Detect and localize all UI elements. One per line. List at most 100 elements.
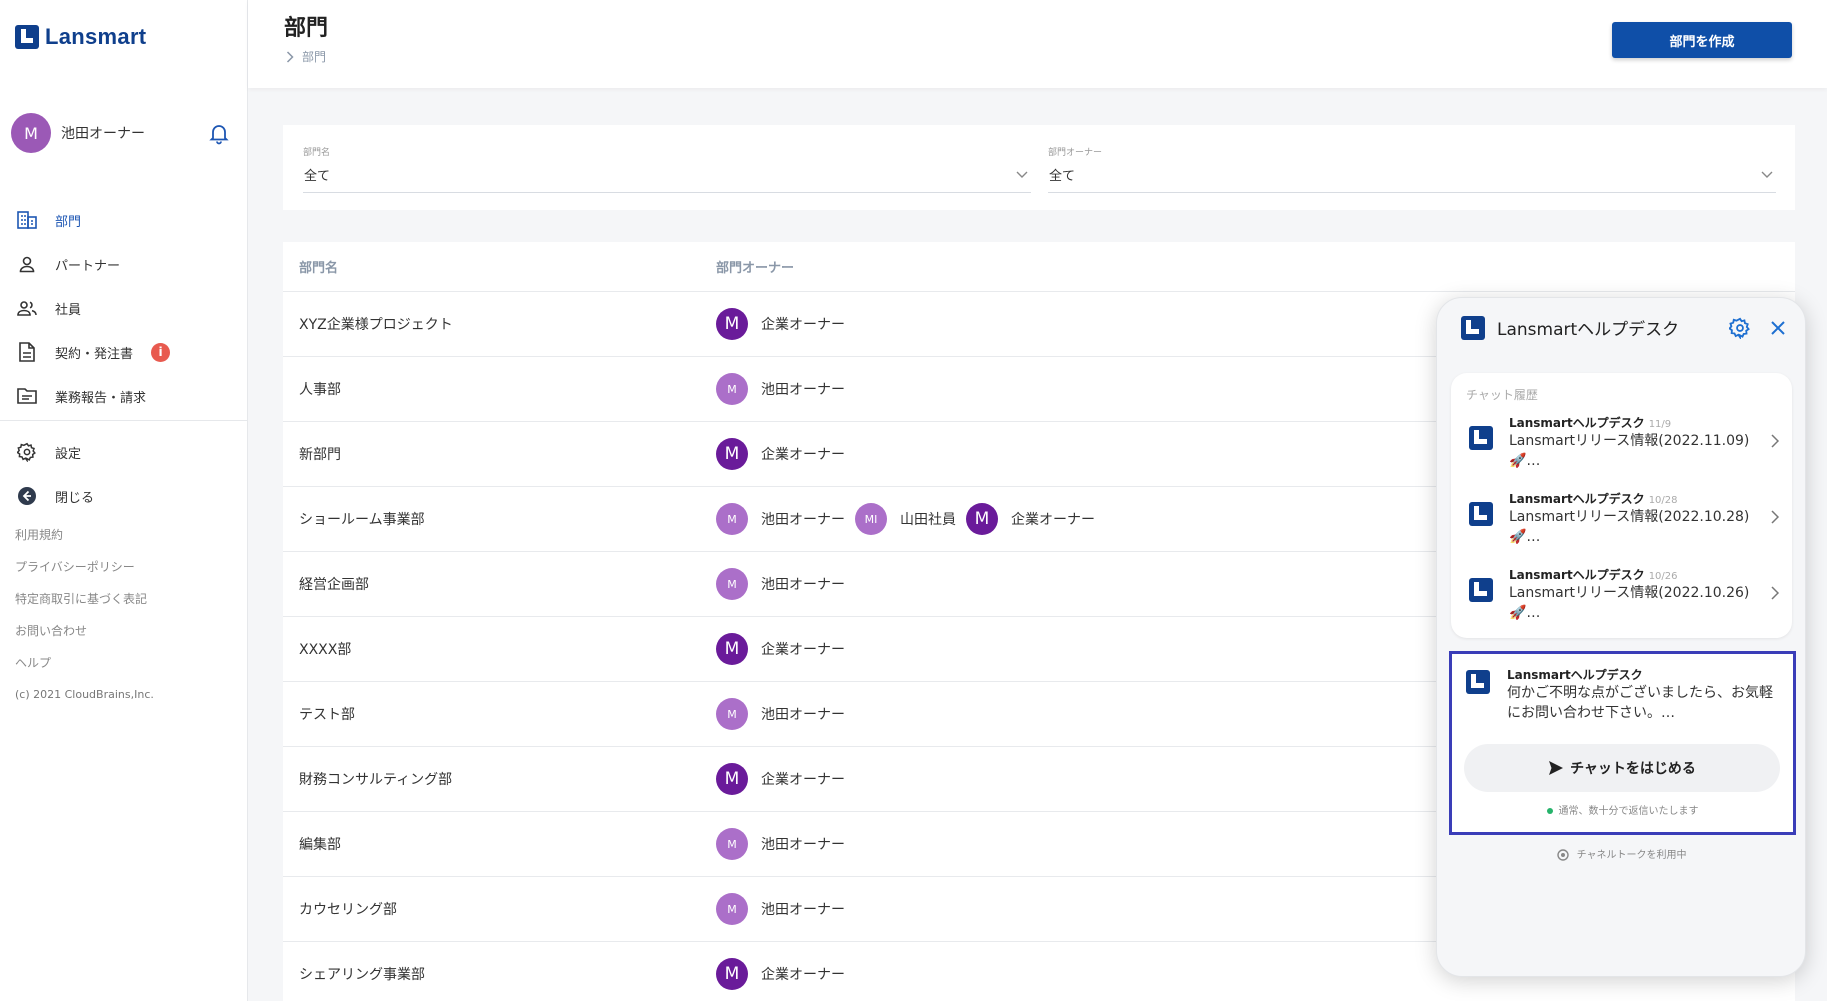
chevron-right-icon	[286, 50, 294, 63]
sender-name: Lansmartヘルプデスク	[1507, 668, 1643, 682]
avatar: M	[716, 308, 748, 340]
column-header-owner[interactable]: 部門オーナー	[716, 257, 794, 276]
department-owners: M 池田オーナー	[716, 698, 855, 730]
message-date: 11/9	[1648, 419, 1672, 430]
breadcrumb-item[interactable]: 部門	[302, 48, 326, 65]
lansmart-logo-icon	[1461, 315, 1485, 340]
avatar: M	[716, 763, 748, 795]
owner-name: 池田オーナー	[761, 902, 845, 918]
owner-chip: M 企業オーナー	[716, 633, 845, 665]
department-owners: M 企業オーナー	[716, 633, 855, 665]
page-title: 部門	[284, 16, 329, 41]
sidebar-item-close[interactable]: 閉じる	[0, 474, 248, 518]
contact-link[interactable]: お問い合わせ	[15, 621, 154, 653]
help-link[interactable]: ヘルプ	[15, 653, 154, 685]
sidebar-item-label: 閉じる	[55, 490, 95, 506]
owner-chip: M 企業オーナー	[716, 958, 845, 990]
chat-history-item[interactable]: Lansmartヘルプデスク 11/9 Lansmartリリース情報(2022.1…	[1451, 411, 1792, 481]
reply-time-note: 通常、数十分で返信いたします	[1452, 802, 1793, 817]
person-icon	[16, 253, 38, 275]
owner-name: 企業オーナー	[761, 642, 845, 658]
chevron-right-icon	[1771, 586, 1780, 600]
sidebar-item-partners[interactable]: パートナー	[0, 242, 248, 286]
sidebar: Lansmart M 池田オーナー 部門 パートナー 社員 契約・発注書 i 業…	[0, 0, 248, 1001]
message-date: 10/26	[1648, 571, 1678, 582]
sender-name: Lansmartヘルプデスク 10/26	[1509, 566, 1678, 583]
chat-history-item[interactable]: Lansmartヘルプデスク 10/26 Lansmartリリース情報(2022.…	[1451, 563, 1792, 633]
owner-chip: M 池田オーナー	[716, 698, 845, 730]
department-name: テスト部	[299, 707, 355, 723]
department-name: XXXX部	[299, 642, 352, 658]
owner-name: 池田オーナー	[761, 837, 845, 853]
owner-chip: M 企業オーナー	[716, 438, 845, 470]
bell-icon[interactable]	[207, 121, 231, 145]
owner-chip: M 池田オーナー	[716, 568, 845, 600]
department-owners: M 企業オーナー	[716, 763, 855, 795]
user-profile[interactable]: M 池田オーナー	[11, 113, 231, 153]
owner-name: 池田オーナー	[761, 382, 845, 398]
owner-chip: MI 山田社員	[855, 503, 956, 535]
welcome-message: 何かご不明な点がございましたら、お気軽にお問い合わせ下さい。…	[1507, 685, 1773, 721]
secondary-nav: 設定 閉じる	[0, 430, 248, 518]
department-name: XYZ企業様プロジェクト	[299, 317, 453, 333]
department-name: 人事部	[299, 382, 341, 398]
message-preview: Lansmartリリース情報(2022.11.09)🚀…	[1509, 433, 1750, 469]
owner-chip: M 池田オーナー	[716, 893, 845, 925]
department-name: 財務コンサルティング部	[299, 772, 453, 788]
lansmart-logo-icon	[1469, 578, 1493, 602]
avatar: M	[716, 503, 748, 535]
lansmart-logo-icon	[15, 25, 39, 49]
department-owners: M 企業オーナー	[716, 308, 855, 340]
column-header-name[interactable]: 部門名	[283, 257, 716, 276]
sidebar-item-contracts[interactable]: 契約・発注書 i	[0, 330, 248, 374]
department-name: 新部門	[299, 447, 341, 463]
start-chat-button[interactable]: チャットをはじめる	[1464, 744, 1780, 792]
owner-chip: M 池田オーナー	[716, 503, 845, 535]
department-owners: M 池田オーナー	[716, 373, 855, 405]
powered-by[interactable]: チャネルトークを利用中	[1437, 846, 1805, 861]
privacy-link[interactable]: プライバシーポリシー	[15, 557, 154, 589]
owner-name: 企業オーナー	[761, 772, 845, 788]
terms-link[interactable]: 利用規約	[15, 525, 154, 557]
sidebar-item-departments[interactable]: 部門	[0, 198, 248, 242]
commerce-law-link[interactable]: 特定商取引に基づく表記	[15, 589, 154, 621]
folder-icon	[16, 385, 38, 407]
app-logo[interactable]: Lansmart	[15, 24, 146, 50]
main-nav: 部門 パートナー 社員 契約・発注書 i 業務報告・請求	[0, 198, 248, 418]
owner-name: 企業オーナー	[761, 317, 845, 333]
avatar: M	[716, 568, 748, 600]
department-owner-filter[interactable]: 部門オーナー 全て	[1048, 145, 1776, 193]
create-department-button[interactable]: 部門を作成	[1612, 22, 1792, 58]
sender-name: Lansmartヘルプデスク 10/28	[1509, 490, 1678, 507]
start-chat-panel: Lansmartヘルプデスク 何かご不明な点がございましたら、お気軽にお問い合わ…	[1449, 651, 1796, 835]
sidebar-item-employees[interactable]: 社員	[0, 286, 248, 330]
sidebar-item-label: 社員	[55, 302, 82, 318]
close-icon[interactable]	[1767, 317, 1789, 339]
gear-icon[interactable]	[1729, 317, 1751, 339]
department-name: シェアリング事業部	[299, 967, 425, 983]
department-name: 編集部	[299, 837, 341, 853]
lansmart-logo-icon	[1466, 670, 1490, 694]
sidebar-item-settings[interactable]: 設定	[0, 430, 248, 474]
department-name: カウセリング部	[299, 902, 397, 918]
start-chat-label: チャットをはじめる	[1570, 761, 1696, 777]
help-desk-chat-widget: Lansmartヘルプデスク チャット履歴 Lansmartヘルプデスク 11/9…	[1436, 297, 1806, 977]
department-name: ショールーム事業部	[299, 512, 425, 528]
sidebar-item-reports[interactable]: 業務報告・請求	[0, 374, 248, 418]
avatar: M	[11, 113, 51, 153]
arrow-left-circle-icon	[16, 485, 38, 507]
filter-label: 部門名	[303, 148, 331, 158]
avatar: M	[716, 698, 748, 730]
chevron-right-icon	[1771, 434, 1780, 448]
sender-label: Lansmartヘルプデスク	[1509, 492, 1645, 506]
sender-label: Lansmartヘルプデスク	[1509, 416, 1645, 430]
chat-history-item[interactable]: Lansmartヘルプデスク 10/28 Lansmartリリース情報(2022.…	[1451, 487, 1792, 557]
page-header: 部門 部門 部門を作成	[248, 0, 1827, 88]
department-owners: M 池田オーナー	[716, 568, 855, 600]
owner-name: 池田オーナー	[761, 512, 845, 528]
owner-name: 企業オーナー	[1011, 512, 1095, 528]
department-owners: M 池田オーナー	[716, 893, 855, 925]
department-name-filter[interactable]: 部門名 全て	[303, 145, 1031, 193]
avatar: MI	[855, 503, 887, 535]
footer-links: 利用規約 プライバシーポリシー 特定商取引に基づく表記 お問い合わせ ヘルプ (…	[15, 525, 154, 717]
